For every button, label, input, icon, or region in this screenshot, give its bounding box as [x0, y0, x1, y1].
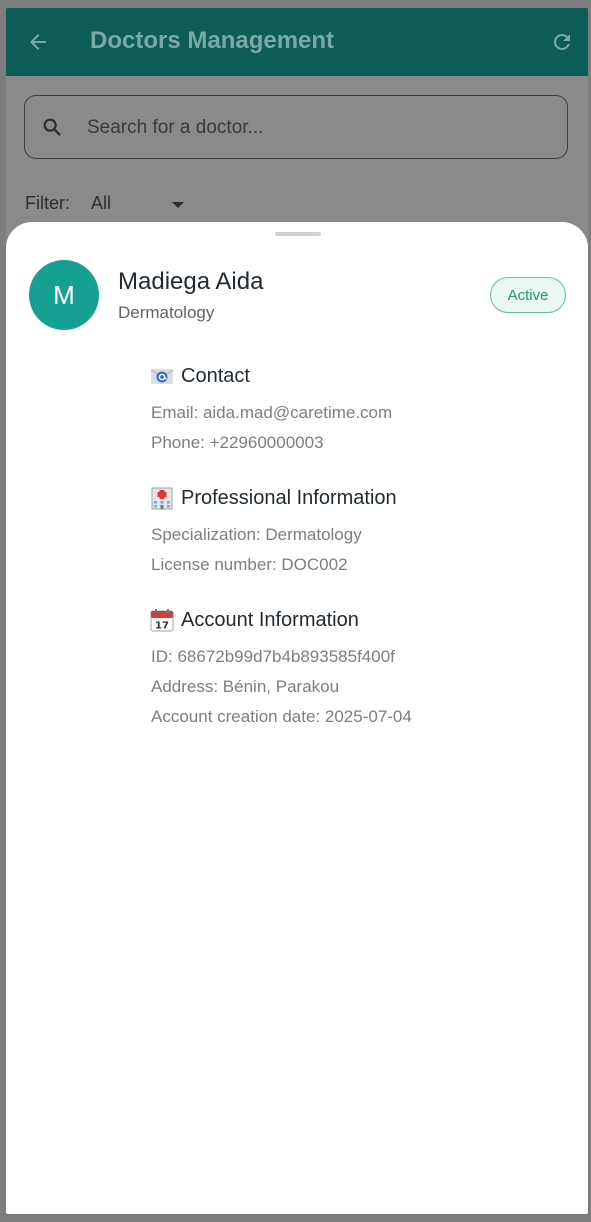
license-text: License number: DOC002: [151, 555, 348, 574]
email-text: Email: aida.mad@caretime.com: [151, 403, 393, 422]
hospital-icon: [151, 487, 173, 510]
account-id-text: ID: 68672b99d7b4b893585f400f: [151, 647, 395, 666]
specialization-text: Specialization: Dermatology: [151, 525, 362, 544]
doctor-details-sheet: M Madiega Aida Dermatology Active Contac…: [6, 222, 588, 1214]
search-placeholder: Search for a doctor...: [87, 117, 264, 138]
phone-text: Phone: +22960000003: [151, 433, 324, 452]
search-icon: [43, 118, 61, 136]
contact-section: Contact Email: aida.mad@caretime.com Pho…: [150, 362, 570, 458]
address-text: Address: Bénin, Parakou: [151, 677, 340, 696]
professional-section: Professional Information Specialization:…: [150, 484, 570, 580]
svg-text:17: 17: [155, 621, 169, 632]
app-screen: Doctors Management Search for a doctor..…: [6, 8, 588, 1214]
avatar: M: [29, 260, 99, 330]
account-section: 17 Account Information ID: 68672b99d7b4b…: [150, 606, 570, 732]
app-bar: Doctors Management: [6, 8, 588, 76]
calendar-icon: 17: [150, 609, 174, 632]
account-title: Account Information: [181, 608, 359, 631]
chevron-down-icon[interactable]: [172, 202, 184, 208]
arrow-left-icon[interactable]: [26, 30, 50, 54]
filter-dropdown[interactable]: All: [91, 193, 111, 214]
creation-date-text: Account creation date: 2025-07-04: [151, 707, 412, 726]
email-icon: [150, 369, 174, 384]
doctor-name: Madiega Aida: [118, 268, 264, 295]
professional-title: Professional Information: [181, 486, 397, 509]
refresh-icon[interactable]: [550, 30, 574, 54]
doctor-specialty: Dermatology: [118, 303, 215, 322]
search-input[interactable]: Search for a doctor...: [24, 95, 568, 159]
filter-label: Filter:: [25, 193, 70, 213]
status-badge: Active: [490, 277, 566, 313]
drag-handle[interactable]: [275, 232, 321, 236]
contact-title: Contact: [181, 364, 250, 387]
page-title: Doctors Management: [90, 27, 335, 54]
